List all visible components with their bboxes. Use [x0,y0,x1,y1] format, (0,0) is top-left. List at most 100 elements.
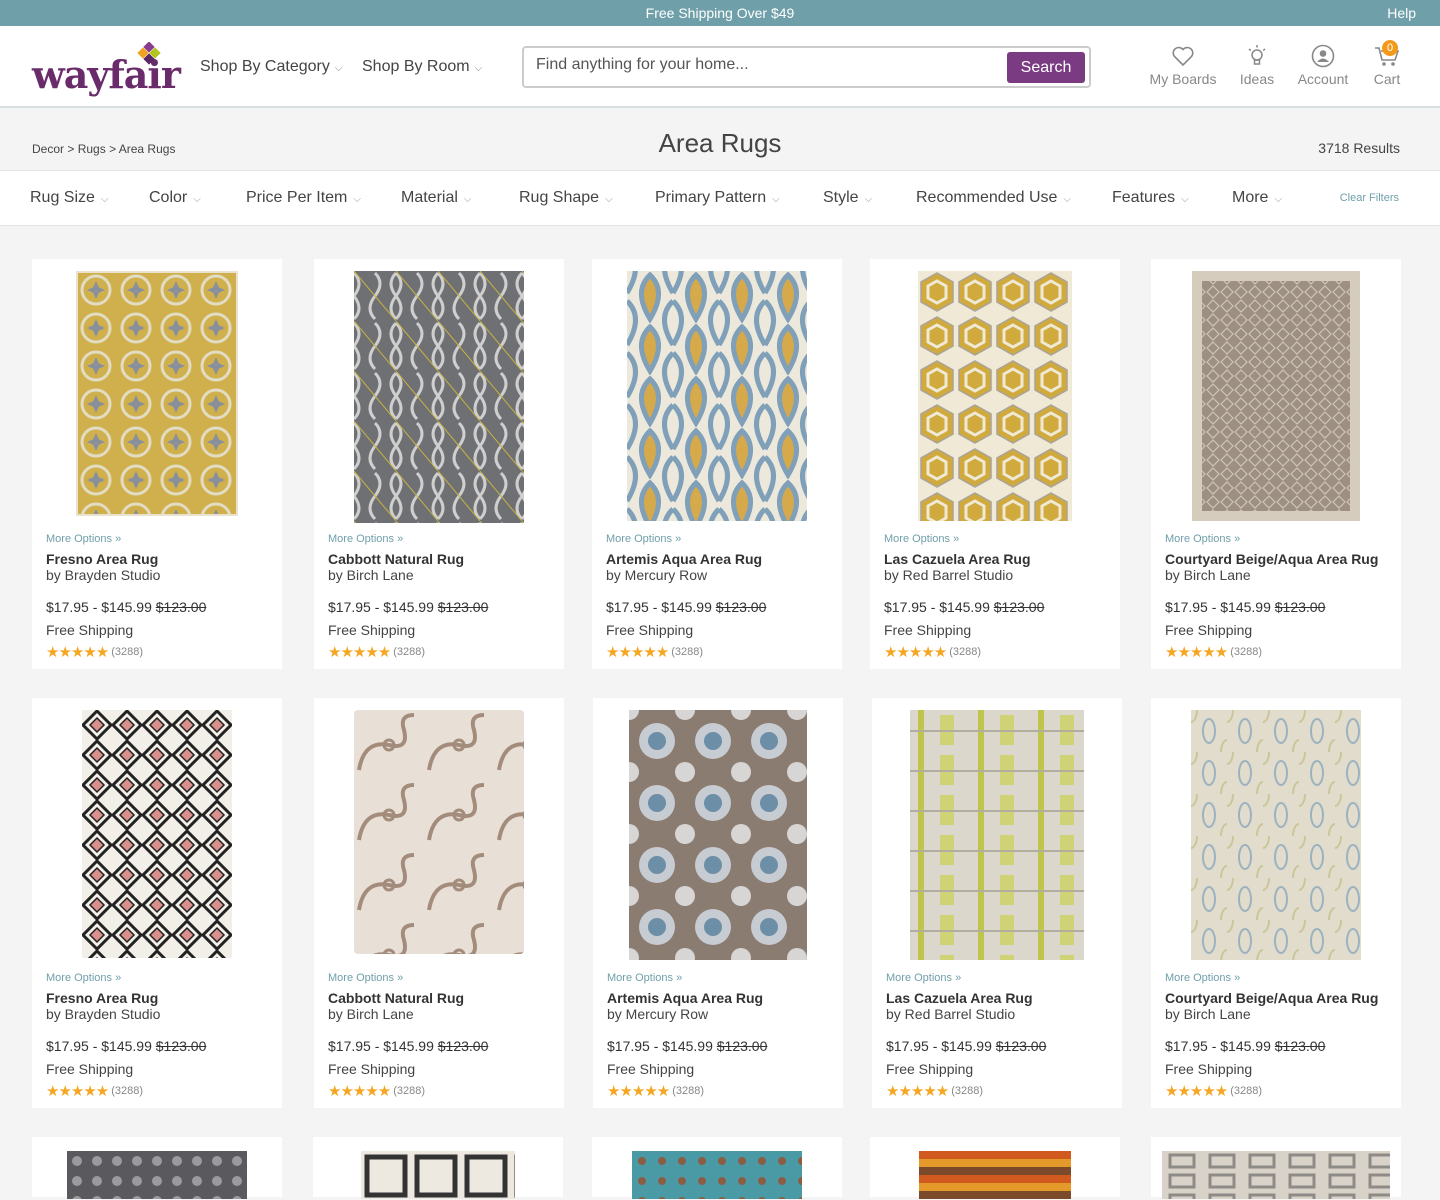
review-count[interactable]: (3288) [393,646,425,658]
product-name[interactable]: Courtyard Beige/Aqua Area Rug [1165,990,1391,1006]
more-options-link[interactable]: More Options » [328,533,554,551]
filter-rug-shape[interactable]: Rug Shape ⌵ [519,189,613,207]
product-price: $17.95 - $145.99 $123.00 [606,599,832,615]
product-image[interactable] [354,271,524,523]
more-options-link[interactable]: More Options » [884,533,1110,551]
nav-shop-by-category[interactable]: Shop By Category ⌵ [200,58,342,76]
filter-features[interactable]: Features ⌵ [1112,189,1189,207]
product-image[interactable] [910,710,1084,960]
product-card[interactable]: More Options » Cabbott Natural Rug by Bi… [314,698,564,1108]
review-count[interactable]: (3288) [951,1085,983,1097]
ideas-button[interactable]: Ideas [1237,44,1277,87]
product-card[interactable]: More Options » Las Cazuela Area Rug by R… [872,698,1122,1108]
filter-primary-pattern[interactable]: Primary Pattern ⌵ [655,189,780,207]
product-name[interactable]: Cabbott Natural Rug [328,551,554,567]
product-card[interactable]: More Options » Artemis Aqua Area Rug by … [592,259,842,669]
review-count[interactable]: (3288) [671,646,703,658]
more-options-link[interactable]: More Options » [606,533,832,551]
filter-material[interactable]: Material ⌵ [401,189,472,207]
review-count[interactable]: (3288) [672,1085,704,1097]
product-card[interactable]: More Options » Artemis Aqua Area Rug by … [593,698,843,1108]
product-card[interactable]: More Options » Fresno Area Rug by Brayde… [32,698,282,1108]
filter-label: Color [149,189,188,206]
clear-filters-link[interactable]: Clear Filters [1340,192,1399,204]
nav-shop-by-category-label: Shop By Category [200,58,330,75]
product-name[interactable]: Fresno Area Rug [46,990,272,1006]
product-rating: ★★★★★ (3288) [606,643,832,661]
search-input[interactable] [536,56,1006,74]
price-range: $17.95 - $145.99 [328,1038,434,1054]
account-button[interactable]: Account [1296,44,1350,87]
product-image[interactable] [361,1151,515,1199]
product-image[interactable] [82,710,232,958]
more-options-link[interactable]: More Options » [886,972,1112,990]
price-range: $17.95 - $145.99 [46,599,152,615]
product-name[interactable]: Artemis Aqua Area Rug [606,551,832,567]
shipping-label: Free Shipping [1165,1061,1253,1077]
review-count[interactable]: (3288) [1230,1085,1262,1097]
product-card[interactable] [1151,1137,1401,1199]
review-count[interactable]: (3288) [949,646,981,658]
free-shipping-banner[interactable]: Free Shipping Over $49 [0,5,1440,21]
product-image[interactable] [76,271,238,516]
product-card[interactable] [313,1137,563,1199]
product-name[interactable]: Cabbott Natural Rug [328,990,554,1006]
product-image[interactable] [1162,1151,1390,1199]
shipping-label: Free Shipping [886,1061,974,1077]
product-card[interactable] [592,1137,842,1199]
my-boards-button[interactable]: My Boards [1149,44,1217,87]
product-card[interactable] [32,1137,282,1199]
product-name[interactable]: Las Cazuela Area Rug [886,990,1112,1006]
product-image[interactable] [632,1151,802,1199]
star-rating-icon: ★★★★★ [46,1083,109,1100]
product-image[interactable] [627,271,807,521]
product-image[interactable] [1191,710,1361,960]
cart-button[interactable]: 0 Cart [1370,40,1404,87]
product-name[interactable]: Fresno Area Rug [46,551,272,567]
product-image[interactable] [354,710,524,954]
chevron-down-icon: ⌵ [353,194,361,205]
search-button[interactable]: Search [1007,52,1085,83]
filter-more[interactable]: More ⌵ [1232,189,1282,207]
more-options-link[interactable]: More Options » [1165,972,1391,990]
product-brand: by Red Barrel Studio [886,1006,1016,1022]
product-image[interactable] [1192,271,1360,521]
filter-bar: Rug Size ⌵ Color ⌵ Price Per Item ⌵ Materia… [0,170,1440,226]
shipping-label: Free Shipping [46,1061,134,1077]
product-card[interactable]: More Options » Cabbott Natural Rug by Bi… [314,259,564,669]
more-options-link[interactable]: More Options » [328,972,554,990]
more-options-link[interactable]: More Options » [607,972,833,990]
wayfair-logo[interactable]: wayfair [32,42,181,97]
product-card[interactable]: More Options » Courtyard Beige/Aqua Area… [1151,698,1401,1108]
review-count[interactable]: (3288) [1230,646,1262,658]
product-card[interactable]: More Options » Courtyard Beige/Aqua Area… [1151,259,1401,669]
filter-recommended-use[interactable]: Recommended Use ⌵ [916,189,1071,207]
product-name[interactable]: Las Cazuela Area Rug [884,551,1110,567]
more-options-link[interactable]: More Options » [46,533,272,551]
product-image[interactable] [918,271,1072,521]
help-link[interactable]: Help [1387,5,1416,21]
product-name[interactable]: Courtyard Beige/Aqua Area Rug [1165,551,1391,567]
nav-shop-by-room[interactable]: Shop By Room ⌵ [362,58,482,76]
review-count[interactable]: (3288) [111,1085,143,1097]
review-count[interactable]: (3288) [393,1085,425,1097]
product-image[interactable] [67,1151,247,1199]
product-brand: by Mercury Row [606,567,708,583]
filter-color[interactable]: Color ⌵ [149,189,201,207]
shipping-label: Free Shipping [1165,622,1253,638]
filter-rug-size[interactable]: Rug Size ⌵ [30,189,109,207]
shipping-label: Free Shipping [46,622,134,638]
original-price: $123.00 [715,599,767,615]
more-options-link[interactable]: More Options » [1165,533,1391,551]
filter-price-per-item[interactable]: Price Per Item ⌵ [246,189,361,207]
product-card[interactable]: More Options » Las Cazuela Area Rug by R… [870,259,1120,669]
product-rating: ★★★★★ (3288) [46,643,272,661]
review-count[interactable]: (3288) [111,646,143,658]
filter-style[interactable]: Style ⌵ [823,189,872,207]
product-name[interactable]: Artemis Aqua Area Rug [607,990,833,1006]
product-image[interactable] [629,710,807,960]
product-card[interactable] [870,1137,1120,1199]
product-image[interactable] [919,1151,1071,1199]
product-card[interactable]: More Options » Fresno Area Rug by Brayde… [32,259,282,669]
more-options-link[interactable]: More Options » [46,972,272,990]
